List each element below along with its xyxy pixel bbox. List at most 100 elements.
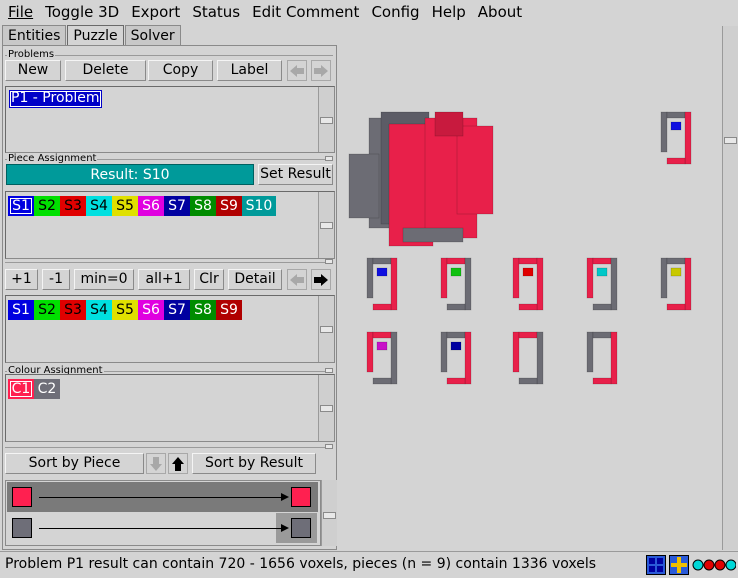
sort-by-piece-button[interactable]: Sort by Piece [5,453,144,474]
splitter-handle[interactable] [325,156,333,161]
main-scrollbar[interactable] [722,26,738,550]
splitter-handle[interactable] [325,259,333,264]
menu-help[interactable]: Help [426,1,472,23]
3d-view[interactable] [339,26,722,550]
piece-s9-top [592,331,612,339]
menu-file[interactable]: File [2,1,39,23]
menu-edit-comment[interactable]: Edit Comment [246,1,365,23]
delete-problem-button[interactable]: Delete [65,60,146,81]
shapes-scroll-thumb[interactable] [320,222,333,229]
result-shape-bar[interactable]: Result: S10 [6,164,254,185]
menu-config[interactable]: Config [365,1,425,23]
colour-mapping-scrollbar[interactable] [321,480,337,546]
main-scroll-thumb[interactable] [724,137,737,144]
colour-up-button[interactable] [168,453,188,474]
assigned-chip-s2[interactable]: S2 [34,300,60,320]
assigned-chip-s4[interactable]: S4 [86,300,112,320]
assigned-chip-s5[interactable]: S5 [112,300,138,320]
shapes-list[interactable]: S1 S2 S3 S4 S5 S6 S7 S8 S9 S10 [5,191,335,259]
assigned-chip-s7[interactable]: S7 [164,300,190,320]
piece-assignment-group-label: Piece Assignment [7,153,98,164]
shape-chip-s2[interactable]: S2 [34,196,60,216]
assembly-grey-side [348,153,380,219]
move-down-problem-button[interactable] [311,60,331,81]
colours-scrollbar[interactable] [318,375,334,441]
colour-mapping-box[interactable] [5,480,321,546]
tab-entities[interactable]: Entities [2,25,67,46]
sort-by-result-button[interactable]: Sort by Result [192,453,316,474]
arrow-head-icon [281,524,289,532]
minus-one-button[interactable]: -1 [42,269,70,290]
menu-about[interactable]: About [472,1,528,23]
problems-scrollbar[interactable] [318,87,334,152]
colour-chip-c2[interactable]: C2 [34,379,60,399]
piece-s2-right [464,257,472,311]
shapes-container: S1 S2 S3 S4 S5 S6 S7 S8 S9 S10 [8,194,308,218]
assembly-red-right [456,125,494,215]
copy-problem-button[interactable]: Copy [148,60,213,81]
colour-chip-c1[interactable]: C1 [8,379,34,399]
detail-button[interactable]: Detail [228,269,282,290]
tab-solver[interactable]: Solver [124,25,181,46]
assigned-chip-s6[interactable]: S6 [138,300,164,320]
assigned-chip-s1[interactable]: S1 [8,300,34,320]
cross-icon [671,557,687,573]
assigned-chip-s3[interactable]: S3 [60,300,86,320]
shapes-scrollbar[interactable] [318,192,334,258]
shape-chip-s1[interactable]: S1 [8,196,34,216]
colours-scroll-thumb[interactable] [320,405,333,412]
shape-chip-s10[interactable]: S10 [242,196,276,216]
color-dots-icon[interactable] [692,558,736,572]
piece-s10-top [666,111,686,119]
shape-chip-s9[interactable]: S9 [216,196,242,216]
piece-s8-bottom [518,377,538,385]
assigned-scrollbar[interactable] [318,296,334,362]
new-problem-button[interactable]: New [5,60,61,81]
shape-chip-s7[interactable]: S7 [164,196,190,216]
remove-piece-button[interactable] [287,269,307,290]
target-colour-swatch [291,487,311,507]
problem-item-p1[interactable]: P1 - Problem [9,90,102,108]
splitter-handle[interactable] [325,368,333,373]
piece-s6-accent [376,341,388,351]
problems-scroll-thumb[interactable] [320,117,333,124]
shape-chip-s8[interactable]: S8 [190,196,216,216]
shape-chip-s3[interactable]: S3 [60,196,86,216]
piece-s7-top [446,331,466,339]
colour-mapping-scroll-thumb[interactable] [323,512,336,519]
piece-s5-left [660,257,668,299]
voxel-scene[interactable] [339,26,722,550]
colour-mapping-row-2[interactable] [9,514,319,542]
menu-export[interactable]: Export [125,1,186,23]
splitter-handle[interactable] [325,444,333,449]
min-zero-button[interactable]: min=0 [74,269,134,290]
colour-down-button[interactable] [146,453,166,474]
plus-one-button[interactable]: +1 [5,269,38,290]
assembly-toggle-icon[interactable] [669,555,689,575]
piece-s3-right [536,257,544,311]
add-piece-button[interactable] [311,269,331,290]
shape-chip-s4[interactable]: S4 [86,196,112,216]
tab-puzzle[interactable]: Puzzle [67,25,124,47]
assigned-scroll-thumb[interactable] [320,326,333,333]
label-problem-button[interactable]: Label [217,60,282,81]
menu-status[interactable]: Status [186,1,246,23]
all-plus-one-button[interactable]: all+1 [138,269,190,290]
set-result-button[interactable]: Set Result [258,164,333,185]
problems-list[interactable]: P1 - Problem [5,86,335,153]
menu-toggle-3d[interactable]: Toggle 3D [39,1,125,23]
piece-s4-top [592,257,612,265]
shape-chip-s6[interactable]: S6 [138,196,164,216]
assigned-chip-s9[interactable]: S9 [216,300,242,320]
view-toggle-icon[interactable] [646,555,666,575]
colour-mapping-row-1[interactable] [9,483,319,511]
assigned-pieces-list[interactable]: S1 S2 S3 S4 S5 S6 S7 S8 S9 [5,295,335,363]
piece-s4-bottom [592,303,612,311]
colours-list[interactable]: C1 C2 [5,374,335,442]
clear-button[interactable]: Clr [194,269,224,290]
shape-chip-s5[interactable]: S5 [112,196,138,216]
piece-s1-accent [376,267,388,277]
assigned-chip-s8[interactable]: S8 [190,300,216,320]
move-up-problem-button[interactable] [287,60,307,81]
mapping-arrow [39,497,285,498]
